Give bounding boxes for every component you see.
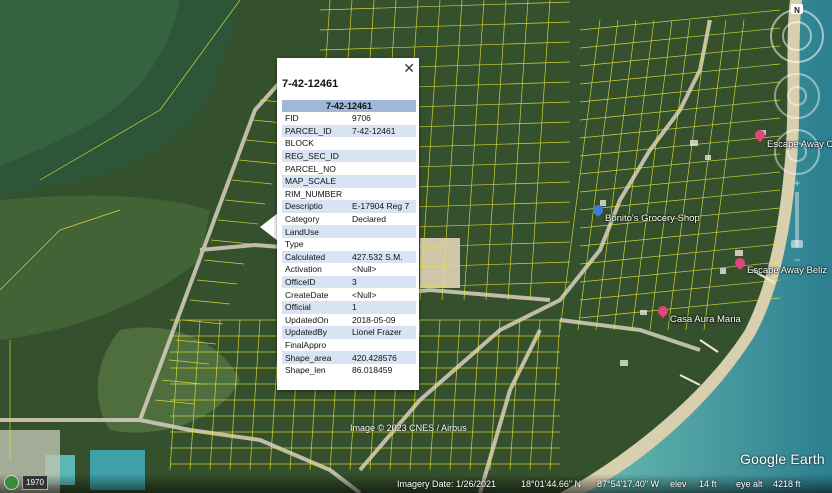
google-earth-logo: Google Earth [740, 451, 825, 467]
attribute-value: 9706 [352, 113, 371, 124]
attribute-key: Official [282, 300, 349, 314]
attribute-value [349, 137, 416, 150]
eye-alt-value: 4218 ft [773, 479, 801, 489]
popup-pointer [260, 213, 278, 241]
attribute-row: Shape_area 420.428576 [282, 351, 416, 364]
attribute-row: Type [282, 238, 416, 251]
eye-alt-label: eye alt [736, 479, 763, 489]
attribute-key: LandUse [282, 225, 349, 238]
attribute-key: MAP_SCALE [282, 174, 349, 188]
attribute-key: Shape_len [285, 365, 326, 376]
attribute-key: Descriptio [282, 200, 349, 213]
compass-north-label: N [794, 6, 800, 15]
imagery-copyright: Image © 2023 CNES / Airbus [350, 423, 467, 433]
attribute-row: PARCEL_NO [282, 162, 416, 175]
popup-title: 7-42-12461 [282, 78, 339, 90]
attribute-key: FinalAppro [285, 339, 327, 350]
attribute-key: Type [285, 239, 304, 250]
close-icon[interactable]: ✕ [403, 60, 415, 76]
place-label-escape-away-c[interactable]: Escape Away C [767, 139, 832, 150]
attribute-row: RIM_NUMBER [282, 188, 416, 201]
zoom-slider-handle [791, 240, 803, 248]
attribute-value: 3 [349, 275, 416, 289]
attribute-row: Official 1 [282, 300, 416, 314]
attribute-key: Shape_area [282, 351, 349, 364]
attribute-row: Activation <Null> [282, 263, 416, 276]
attribute-key: REG_SEC_ID [282, 149, 349, 163]
attribute-row: BLOCK [282, 137, 416, 150]
attribute-value: <Null> [352, 264, 377, 275]
attribute-key: Calculated [282, 250, 349, 264]
attribute-row: UpdatedOn 2018-05-09 [282, 314, 416, 327]
attribute-row: UpdatedBy Lionel Frazer [282, 326, 416, 339]
attribute-value [349, 162, 416, 175]
attribute-value: 427.532 S.M. [349, 250, 416, 264]
elevation-label: elev [670, 479, 687, 489]
parcel-info-popup: ✕ 7-42-12461 7-42-12461 FID 9706 PARCEL_ID… [277, 58, 419, 390]
attribute-row: PARCEL_ID 7-42-12461 [282, 124, 416, 138]
attribute-key: BLOCK [285, 138, 314, 149]
attribute-row: MAP_SCALE [282, 174, 416, 188]
attribute-row: Calculated 427.532 S.M. [282, 250, 416, 264]
latitude-readout: 18°01'44.66" N [521, 479, 582, 489]
place-label-casa-aura-maria[interactable]: Casa Aura Maria [670, 314, 741, 325]
zoom-slider[interactable]: + − [791, 176, 803, 267]
attribute-key: CreateDate [285, 289, 329, 300]
zoom-in-icon: + [793, 176, 800, 190]
attribute-key: Activation [285, 264, 322, 275]
attribute-value: 2018-05-09 [352, 314, 396, 325]
attribute-value: 86.018459 [352, 365, 393, 376]
attribute-value: 7-42-12461 [349, 124, 416, 138]
attribute-value [349, 225, 416, 238]
attribute-row: LandUse [282, 225, 416, 238]
attribute-value: Lionel Frazer [349, 326, 416, 339]
attribute-key: PARCEL_ID [282, 124, 349, 138]
attribute-key: RIM_NUMBER [285, 188, 343, 199]
attribute-value: 1 [349, 300, 416, 314]
attribute-key: OfficeID [282, 275, 349, 289]
place-label-bonitos-grocery[interactable]: Bonito's Grocery Shop [605, 213, 700, 224]
attribute-row: Shape_len 86.018459 [282, 364, 416, 377]
attribute-value: Declared [352, 214, 387, 225]
attribute-value: <Null> [352, 289, 377, 300]
attribute-row: OfficeID 3 [282, 275, 416, 289]
attribute-value [349, 174, 416, 188]
attribute-table-header: 7-42-12461 [282, 100, 416, 112]
historical-imagery-icon[interactable] [4, 475, 19, 490]
attribute-row: REG_SEC_ID [282, 149, 416, 163]
move-joystick[interactable] [774, 129, 820, 175]
compass-ring[interactable]: N [770, 4, 824, 63]
attribute-row: Category Declared [282, 213, 416, 226]
attribute-value [349, 188, 416, 201]
attribute-key: Category [285, 214, 320, 225]
attribute-value [349, 238, 416, 251]
history-year-box[interactable]: 1970 [22, 475, 48, 490]
attribute-key: FID [285, 113, 299, 124]
attribute-table: 7-42-12461 FID 9706 PARCEL_ID 7-42-12461 BLO… [282, 100, 416, 376]
attribute-value [349, 149, 416, 163]
attribute-key: PARCEL_NO [285, 163, 336, 174]
longitude-readout: 87°54'17.40" W [597, 479, 660, 489]
place-label-escape-away-beliz[interactable]: Escape Away Beliz [747, 265, 827, 276]
attribute-row: FID 9706 [282, 112, 416, 125]
elevation-value: 14 ft [699, 479, 717, 489]
attribute-row: CreateDate <Null> [282, 288, 416, 301]
attribute-row: Descriptio E-17904 Reg 7 [282, 200, 416, 213]
look-joystick[interactable] [774, 73, 820, 119]
attribute-row: FinalAppro [282, 339, 416, 352]
imagery-date: Imagery Date: 1/26/2021 [397, 479, 497, 489]
attribute-value [349, 339, 416, 352]
attribute-key: UpdatedBy [282, 326, 349, 339]
attribute-key: UpdatedOn [285, 314, 329, 325]
attribute-value: 420.428576 [349, 351, 416, 364]
attribute-value: E-17904 Reg 7 [349, 200, 416, 213]
navigation-controls[interactable]: N + − [766, 2, 828, 272]
